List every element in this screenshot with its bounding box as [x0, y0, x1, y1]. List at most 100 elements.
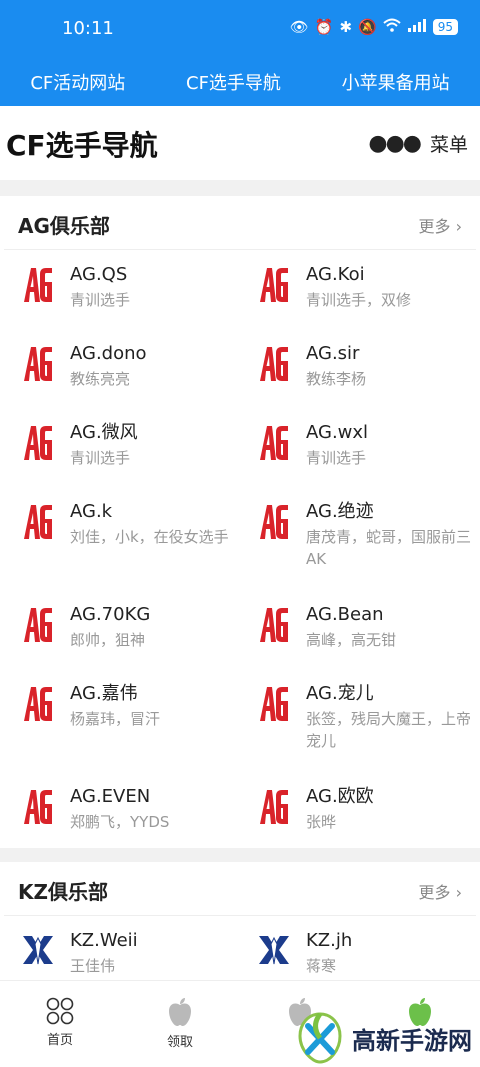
section-title: KZ俱乐部	[18, 880, 108, 904]
player-info: KZ.Weii 王佳伟	[70, 928, 236, 988]
ag-logo-icon	[24, 608, 52, 642]
player-info: AG.QS 青训选手	[70, 262, 236, 341]
more-dots-icon: ●●●	[368, 131, 422, 156]
player-name: AG.微风	[70, 422, 138, 443]
more-link[interactable]: 更多 ›	[419, 879, 463, 903]
tab-home[interactable]: 首页	[30, 997, 90, 1048]
page-header: CF选手导航 ●●● 菜单	[0, 106, 480, 180]
player-item[interactable]: AG.微风 青训选手	[4, 420, 240, 499]
player-item[interactable]: AG.绝迹唐茂青，蛇哥，国服前三AK	[240, 499, 476, 602]
player-item[interactable]: AG.Bean 高峰，高无钳	[240, 602, 476, 681]
grid-icon	[46, 997, 74, 1025]
player-info: AG.wxl 青训选手	[306, 420, 472, 499]
player-desc: 教练亮亮	[70, 370, 131, 388]
ag-logo-icon	[260, 505, 288, 539]
eye-icon: 👁	[289, 18, 309, 36]
player-item[interactable]: AG.wxl 青训选手	[240, 420, 476, 499]
ag-logo-icon	[24, 687, 52, 721]
tab-label: 领取	[166, 1035, 193, 1050]
mute-icon: 🔕	[358, 18, 377, 36]
player-name: AG.dono	[70, 343, 147, 364]
nav-backup-site[interactable]: 小苹果备用站	[342, 69, 450, 95]
menu-label: 菜单	[429, 134, 468, 156]
section-header: AG俱乐部 更多 ›	[4, 196, 476, 250]
ag-logo-icon	[24, 268, 52, 302]
player-name: AG.70KG	[70, 604, 151, 625]
divider	[0, 180, 480, 196]
player-item[interactable]: AG.嘉伟杨嘉玮，冒汗	[4, 681, 240, 784]
player-item[interactable]: AG.dono 教练亮亮	[4, 341, 240, 420]
ag-logo-icon	[260, 268, 288, 302]
watermark-logo-icon	[298, 1012, 342, 1064]
player-name: AG.wxl	[306, 422, 369, 443]
player-item[interactable]: AG.Koi 青训选手，双修	[240, 262, 476, 341]
player-desc: 唐茂青，蛇哥，国服前三AK	[306, 528, 472, 568]
watermark: 高新手游网	[296, 1010, 476, 1066]
player-info: AG.dono 教练亮亮	[70, 341, 236, 420]
player-info: AG.Bean 高峰，高无钳	[306, 602, 472, 681]
section-ag-club: AG俱乐部 更多 › AG.QS 青训选手 AG.Koi 青训选手，双修 AG.dono…	[4, 196, 476, 848]
player-name: KZ.Weii	[70, 930, 138, 951]
player-desc: 高峰，高无钳	[306, 631, 397, 649]
status-bar: 10:11 👁 ⏰ ✱ 🔕 95	[0, 0, 480, 58]
player-name: AG.绝迹	[306, 501, 374, 522]
player-name: AG.宠儿	[306, 683, 374, 704]
wifi-icon	[383, 18, 401, 36]
kz-logo-icon	[23, 936, 53, 965]
signal-icon	[407, 18, 427, 36]
divider	[0, 848, 480, 862]
nav-cf-activity[interactable]: CF活动网站	[30, 69, 125, 95]
player-name: AG.sir	[306, 343, 360, 364]
more-link[interactable]: 更多 ›	[419, 213, 463, 237]
player-grid: AG.QS 青训选手 AG.Koi 青训选手，双修 AG.dono 教练亮亮 AG.sir 教…	[4, 250, 476, 863]
player-desc: 青训选手	[70, 291, 131, 309]
player-name: AG.k	[70, 501, 113, 522]
top-nav: CF活动网站 CF选手导航 小苹果备用站	[0, 58, 480, 106]
player-item[interactable]: KZ.jh 蒋寒	[240, 928, 476, 988]
player-desc: 蒋寒	[306, 957, 337, 975]
menu-button[interactable]: ●●● 菜单	[368, 130, 468, 157]
section-header: KZ俱乐部 更多 ›	[4, 862, 476, 916]
player-info: AG.微风 青训选手	[70, 420, 236, 499]
ag-logo-icon	[24, 790, 52, 824]
player-info: AG.70KG 郎帅，狙神	[70, 602, 236, 681]
player-item[interactable]: AG.sir 教练李杨	[240, 341, 476, 420]
status-icons: 👁 ⏰ ✱ 🔕 95	[290, 18, 458, 36]
ag-logo-icon	[260, 608, 288, 642]
player-name: AG.QS	[70, 264, 128, 285]
player-item[interactable]: AG.k 刘佳，小k，在役女选手	[4, 499, 240, 602]
player-desc: 青训选手，双修	[306, 291, 412, 309]
player-info: AG.嘉伟杨嘉玮，冒汗	[70, 681, 236, 784]
status-time: 10:11	[62, 18, 114, 39]
player-item[interactable]: KZ.Weii 王佳伟	[4, 928, 240, 988]
ag-logo-icon	[260, 790, 288, 824]
player-desc: 教练李杨	[306, 370, 367, 388]
player-name: KZ.jh	[306, 930, 353, 951]
player-item[interactable]: AG.QS 青训选手	[4, 262, 240, 341]
apple-icon	[169, 998, 191, 1026]
player-desc: 杨嘉玮，冒汗	[70, 710, 161, 728]
player-info: AG.宠儿 张签，残局大魔王，上帝宠儿	[306, 681, 472, 784]
player-info: AG.k 刘佳，小k，在役女选手	[70, 499, 236, 602]
kz-logo-icon	[259, 936, 289, 965]
ag-logo-icon	[24, 426, 52, 460]
nav-cf-players[interactable]: CF选手导航	[186, 69, 281, 95]
player-name: AG.嘉伟	[70, 683, 138, 704]
player-info: AG.Koi 青训选手，双修	[306, 262, 472, 341]
ag-logo-icon	[260, 347, 288, 381]
player-info: AG.绝迹唐茂青，蛇哥，国服前三AK	[306, 499, 472, 602]
page-title: CF选手导航	[6, 129, 158, 162]
ag-logo-icon	[260, 687, 288, 721]
player-desc: 青训选手	[306, 449, 367, 467]
player-name: AG.EVEN	[70, 786, 151, 807]
tab-label: 首页	[46, 1033, 73, 1048]
tab-claim[interactable]: 领取	[150, 997, 210, 1050]
section-kz-club: KZ俱乐部 更多 › KZ.Weii 王佳伟 KZ.jh 蒋寒	[4, 862, 476, 980]
player-name: AG.Bean	[306, 604, 384, 625]
ag-logo-icon	[24, 347, 52, 381]
player-info: KZ.jh 蒋寒	[306, 928, 472, 988]
player-item[interactable]: AG.70KG 郎帅，狙神	[4, 602, 240, 681]
player-desc: 刘佳，小k，在役女选手	[70, 528, 229, 546]
player-name: AG.Koi	[306, 264, 365, 285]
player-item[interactable]: AG.宠儿 张签，残局大魔王，上帝宠儿	[240, 681, 476, 784]
